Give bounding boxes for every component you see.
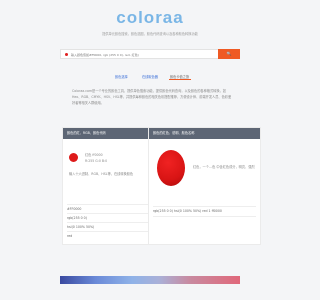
color-dot-icon: [65, 53, 68, 56]
color-summary: 红色 ff0000 R:255 G:0 B:0: [85, 153, 108, 163]
color-description-panel: 颜色的红色、说明、颜色名称 红色，一个…色 中含红色成分，明亮、强烈 rgb(2…: [148, 127, 261, 245]
search-button[interactable]: 🔍: [218, 49, 240, 59]
site-logo[interactable]: coloraa: [0, 8, 300, 28]
tagline: 提供单元颜色搜索，颜色选图，颜色代码查询以及各种颜色转换功能: [102, 32, 198, 36]
panel-title: 颜色的红色、说明、颜色名称: [149, 128, 260, 139]
color-gradient-strip: [60, 276, 240, 284]
search-bar: 🔍: [60, 49, 240, 59]
active-tab-underline: [169, 79, 191, 80]
color-preview-circle: [157, 150, 185, 186]
tab-color-select[interactable]: 颜色选择: [115, 74, 128, 79]
search-input[interactable]: [71, 51, 221, 58]
color-description: 红色，一个…色 中含红色成分，明亮、强烈: [193, 165, 255, 169]
tab-bar: 颜色选择 在线取色器 颜色卡值之旅: [115, 72, 225, 80]
tab-online-picker[interactable]: 在线取色器: [142, 74, 158, 79]
intro-text: Coloraa.com是一个专业的颜色工具，提供单色搜索功能，提供颜色代码查询，…: [72, 89, 232, 105]
color-code-summary[interactable]: rgb(255 0 0) hsl(0 100% 50%) red 1 ff000…: [153, 206, 256, 217]
color-swatch: [69, 153, 78, 162]
